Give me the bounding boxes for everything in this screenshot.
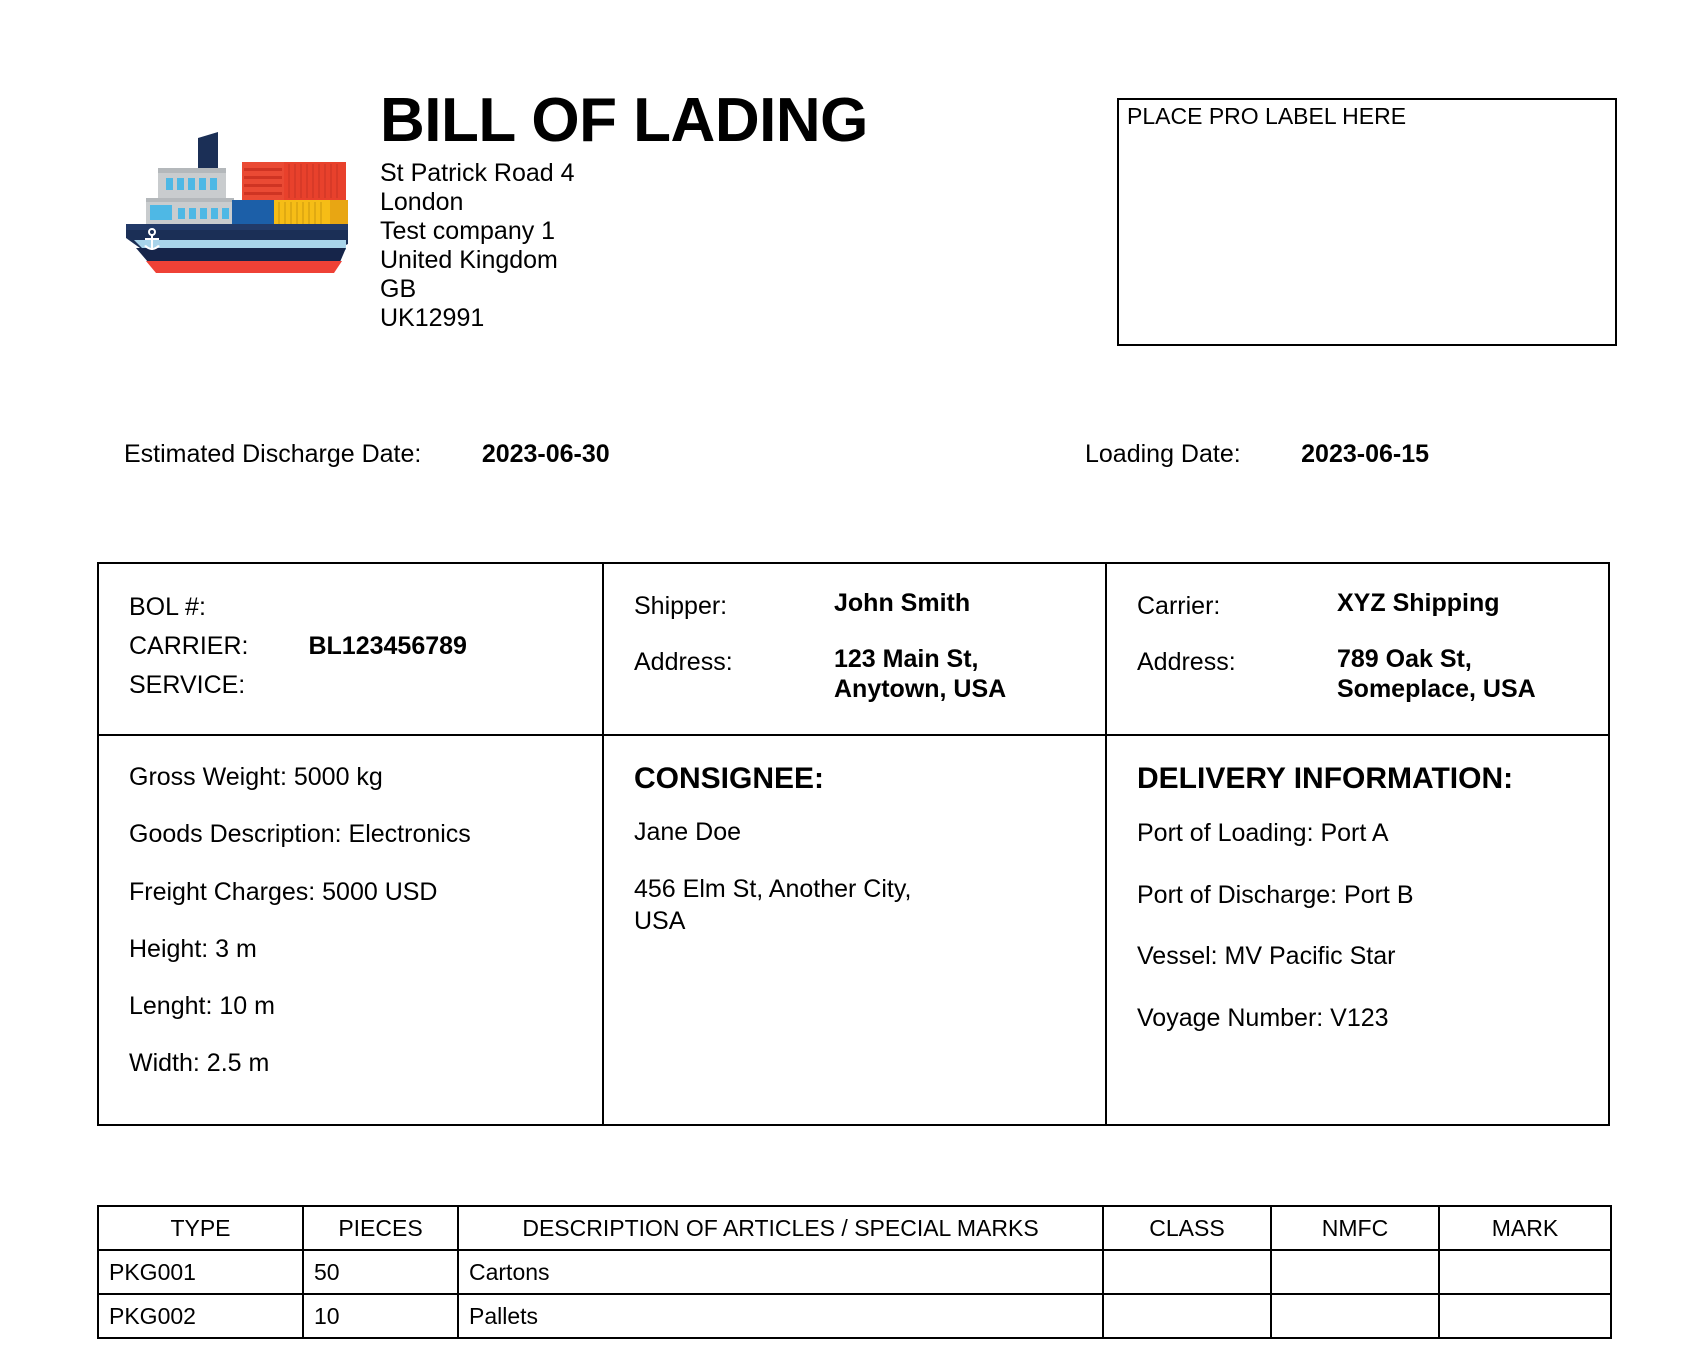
main-information-table: BOL #: CARRIER: SERVICE: BL123456789 Shi… [97,562,1610,1126]
consignee-address-line-2: USA [634,906,686,935]
shipper-address-line-1: 123 Main St, [834,644,979,673]
shipper-name-row: Shipper: John Smith [634,588,1075,626]
bol-number-label: BOL #: [129,593,206,621]
bol-carrier-label: CARRIER: [129,631,249,660]
articles-header-nmfc: NMFC [1270,1205,1440,1251]
main-table-row-parties: BOL #: CARRIER: SERVICE: BL123456789 Shi… [99,564,1608,736]
carrier-cell: Carrier: XYZ Shipping Address: 789 Oak S… [1105,564,1608,734]
articles-cell-class [1102,1293,1272,1339]
length-line: Lenght: 10 m [129,992,275,1020]
shipper-address-label: Address: [634,647,733,676]
page-title: BILL OF LADING [380,86,868,155]
carrier-label: Carrier: [1137,592,1221,620]
company-address-line-4: United Kingdom [380,246,558,275]
cargo-details-cell: Gross Weight: 5000 kg Goods Description:… [99,736,602,1124]
articles-header-class: CLASS [1102,1205,1272,1251]
bol-cell: BOL #: CARRIER: SERVICE: BL123456789 [99,564,602,734]
consignee-heading: CONSIGNEE: [634,762,825,795]
company-address-line-3: Test company 1 [380,217,556,246]
bol-number-value: BL123456789 [308,631,467,660]
delivery-information-cell: DELIVERY INFORMATION: Port of Loading: P… [1105,736,1608,1124]
title-block: BILL OF LADING St Patrick Road 4 London … [370,88,990,333]
articles-cell-description: Pallets [457,1293,1104,1339]
goods-description-line: Goods Description: Electronics [129,820,471,849]
articles-cell-description: Cartons [457,1249,1104,1295]
shipper-label: Shipper: [634,592,728,620]
articles-cell-mark [1438,1249,1612,1295]
company-address-line-5: GB [380,275,417,304]
carrier-address-label: Address: [1137,647,1236,676]
height-line: Height: 3 m [129,934,257,963]
articles-table-header-row: TYPE PIECES DESCRIPTION OF ARTICLES / SP… [97,1205,1612,1251]
company-address-line-1: St Patrick Road 4 [380,159,575,188]
container-ship-icon [126,132,348,273]
articles-cell-type: PKG002 [97,1293,304,1339]
pro-label-box[interactable]: PLACE PRO LABEL HERE [1117,98,1617,346]
articles-cell-class [1102,1249,1272,1295]
carrier-name-value: XYZ Shipping [1337,589,1500,617]
delivery-information-heading: DELIVERY INFORMATION: [1137,762,1514,795]
articles-cell-nmfc [1270,1293,1440,1339]
consignee-cell: CONSIGNEE: Jane Doe 456 Elm St, Another … [602,736,1105,1124]
table-row: PKG001 50 Cartons [97,1249,1612,1295]
bill-of-lading-document: BILL OF LADING St Patrick Road 4 London … [0,0,1699,1369]
carrier-address-line-1: 789 Oak St, [1337,644,1472,673]
consignee-address-line-1: 456 Elm St, Another City, [634,875,912,904]
shipper-name-value: John Smith [834,589,971,617]
loading-date-label: Loading Date: [1085,440,1241,468]
shipper-cell: Shipper: John Smith Address: 123 Main St… [602,564,1105,734]
loading-date-value: 2023-06-15 [1301,440,1430,468]
articles-cell-type: PKG001 [97,1249,304,1295]
loading-date-group: Loading Date: 2023-06-15 [1085,440,1429,469]
carrier-name-row: Carrier: XYZ Shipping [1137,588,1578,626]
articles-cell-pieces: 10 [302,1293,459,1339]
consignee-name: Jane Doe [634,818,742,846]
estimated-discharge-date-label: Estimated Discharge Date: [124,440,422,468]
articles-header-pieces: PIECES [302,1205,459,1251]
width-line: Width: 2.5 m [129,1049,270,1078]
estimated-discharge-date-value: 2023-06-30 [481,440,610,468]
freight-charges-line: Freight Charges: 5000 USD [129,877,438,906]
dates-row: Estimated Discharge Date: 2023-06-30 Loa… [100,440,1600,480]
estimated-discharge-date-group: Estimated Discharge Date: 2023-06-30 [124,440,610,469]
port-of-discharge-line: Port of Discharge: Port B [1137,880,1414,909]
port-of-loading-line: Port of Loading: Port A [1137,819,1389,847]
articles-cell-nmfc [1270,1249,1440,1295]
main-table-row-details: Gross Weight: 5000 kg Goods Description:… [99,736,1608,1124]
bol-service-label: SERVICE: [129,670,246,699]
articles-table: TYPE PIECES DESCRIPTION OF ARTICLES / SP… [97,1205,1612,1339]
articles-cell-pieces: 50 [302,1249,459,1295]
shipper-address-row: Address: 123 Main St, Anytown, USA [634,644,1075,704]
table-row: PKG002 10 Pallets [97,1293,1612,1339]
vessel-line: Vessel: MV Pacific Star [1137,942,1396,970]
articles-header-description: DESCRIPTION OF ARTICLES / SPECIAL MARKS [457,1205,1104,1251]
company-address-line-2: London [380,188,464,217]
carrier-address-line-2: Someplace, USA [1337,674,1536,703]
shipper-address-line-2: Anytown, USA [834,674,1007,703]
logo-container [100,88,370,275]
pro-label-instruction: PLACE PRO LABEL HERE [1127,103,1407,129]
gross-weight-line: Gross Weight: 5000 kg [129,763,383,791]
carrier-address-row: Address: 789 Oak St, Someplace, USA [1137,644,1578,704]
voyage-number-line: Voyage Number: V123 [1137,1003,1389,1032]
articles-cell-mark [1438,1293,1612,1339]
articles-header-type: TYPE [97,1205,304,1251]
company-address-line-6: UK12991 [380,304,485,333]
articles-header-mark: MARK [1438,1205,1612,1251]
